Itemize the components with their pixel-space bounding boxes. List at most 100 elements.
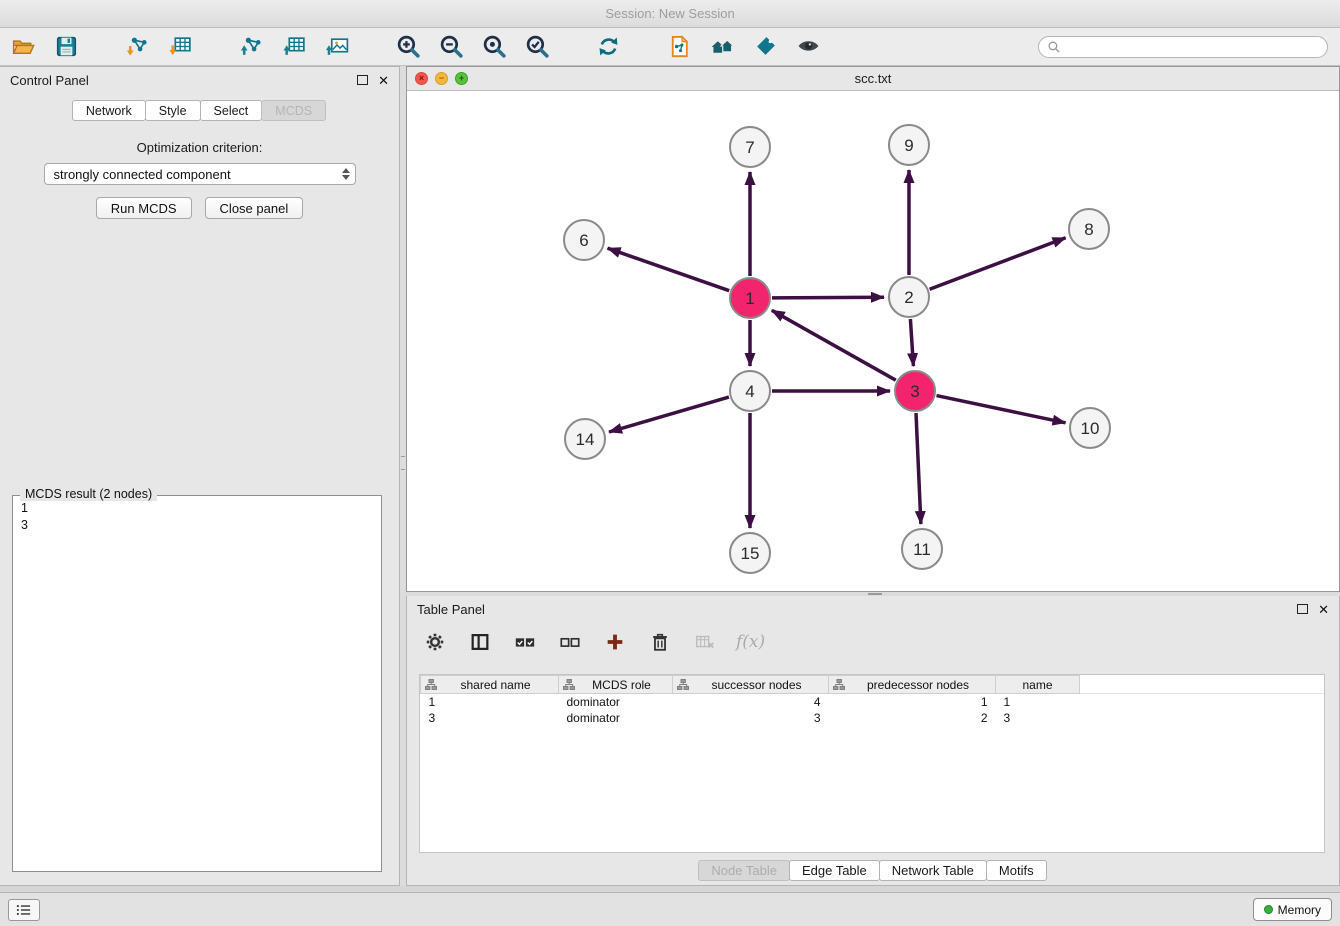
minimize-window-button[interactable]: − <box>435 72 448 85</box>
table-settings-button[interactable] <box>421 628 449 656</box>
run-mcds-button[interactable]: Run MCDS <box>96 197 192 219</box>
toggle-visibility-button[interactable] <box>791 32 825 62</box>
control-panel: Control Panel ✕ Network Style Select MCD… <box>0 66 400 886</box>
column-header-name[interactable]: name <box>996 676 1080 694</box>
tab-motifs[interactable]: Motifs <box>986 860 1047 881</box>
table-row[interactable]: 3 dominator 3 2 3 <box>421 710 1325 726</box>
trash-icon <box>649 631 671 653</box>
graph-node-label: 6 <box>579 231 588 250</box>
tab-network[interactable]: Network <box>72 100 146 121</box>
cell-shared-name[interactable]: 3 <box>421 710 559 726</box>
import-table-icon <box>168 34 193 59</box>
zoom-in-button[interactable] <box>391 32 425 62</box>
close-panel-button[interactable]: Close panel <box>205 197 304 219</box>
columns-icon <box>469 631 491 653</box>
export-image-icon <box>325 34 350 59</box>
open-folder-icon <box>11 34 36 59</box>
function-builder-button[interactable]: f(x) <box>736 628 765 656</box>
cell-successor-nodes[interactable]: 3 <box>673 710 829 726</box>
graph-edge-2-3[interactable] <box>910 319 913 366</box>
memory-button[interactable]: Memory <box>1253 898 1332 921</box>
float-panel-icon[interactable] <box>1297 604 1308 614</box>
tab-network-table[interactable]: Network Table <box>879 860 987 881</box>
zoom-out-icon <box>439 34 464 59</box>
list-icon <box>15 903 33 917</box>
close-window-button[interactable]: × <box>415 72 428 85</box>
show-columns-button[interactable] <box>466 628 494 656</box>
deselect-all-columns-button[interactable] <box>556 628 584 656</box>
open-session-button[interactable] <box>6 32 40 62</box>
column-header-filler <box>1080 676 1325 694</box>
create-column-button[interactable] <box>601 628 629 656</box>
graph-edge-3-10[interactable] <box>937 396 1066 423</box>
zoom-fit-button[interactable] <box>477 32 511 62</box>
zoom-in-icon <box>396 34 421 59</box>
task-history-button[interactable] <box>8 899 40 921</box>
column-header-mcds-role[interactable]: MCDS role <box>559 676 673 694</box>
cell-predecessor-nodes[interactable]: 2 <box>829 710 996 726</box>
tab-node-table[interactable]: Node Table <box>698 860 790 881</box>
save-session-button[interactable] <box>49 32 83 62</box>
search-icon <box>1047 40 1061 54</box>
tab-style[interactable]: Style <box>145 100 201 121</box>
cell-filler <box>1080 710 1325 726</box>
criterion-dropdown[interactable]: strongly connected component <box>44 163 356 185</box>
houses-icon <box>710 34 735 59</box>
table-row[interactable]: 1 dominator 4 1 1 <box>421 694 1325 710</box>
column-header-predecessor-nodes[interactable]: predecessor nodes <box>829 676 996 694</box>
export-network-button[interactable] <box>234 32 268 62</box>
status-bar: Memory <box>0 892 1340 926</box>
cell-name[interactable]: 3 <box>996 710 1080 726</box>
graph-node-label: 8 <box>1084 220 1093 239</box>
select-all-columns-button[interactable] <box>511 628 539 656</box>
column-header-successor-nodes[interactable]: successor nodes <box>673 676 829 694</box>
cell-mcds-role[interactable]: dominator <box>559 710 673 726</box>
unchecked-boxes-icon <box>559 631 581 653</box>
cell-mcds-role[interactable]: dominator <box>559 694 673 710</box>
home-button[interactable] <box>705 32 739 62</box>
table-panel-title: Table Panel <box>417 602 485 617</box>
table-header-row: shared name MCDS role successor nodes <box>421 676 1325 694</box>
graph-edge-3-11[interactable] <box>916 413 921 524</box>
float-panel-icon[interactable] <box>357 75 368 85</box>
graph-edge-2-8[interactable] <box>930 238 1066 289</box>
delete-table-button[interactable] <box>691 628 719 656</box>
tab-select[interactable]: Select <box>200 100 263 121</box>
gear-icon <box>424 631 446 653</box>
cell-predecessor-nodes[interactable]: 1 <box>829 694 996 710</box>
refresh-button[interactable] <box>591 32 625 62</box>
cell-shared-name[interactable]: 1 <box>421 694 559 710</box>
tree-icon <box>563 679 575 691</box>
graph-edge-3-1[interactable] <box>772 310 896 380</box>
network-canvas[interactable]: 7968124314101511 <box>407 91 1339 591</box>
close-panel-icon[interactable]: ✕ <box>378 74 389 87</box>
search-input[interactable] <box>1066 39 1319 54</box>
graph-node-label: 15 <box>741 544 760 563</box>
close-panel-icon[interactable]: ✕ <box>1318 603 1329 616</box>
style-document-icon <box>667 34 692 59</box>
graph-edge-4-14[interactable] <box>609 397 729 432</box>
annotation-button[interactable] <box>748 32 782 62</box>
tab-edge-table[interactable]: Edge Table <box>789 860 880 881</box>
network-window-titlebar: × − + scc.txt <box>407 67 1339 91</box>
delete-table-icon <box>694 631 716 653</box>
window-title: Session: New Session <box>605 6 734 21</box>
export-table-button[interactable] <box>277 32 311 62</box>
network-graph[interactable]: 7968124314101511 <box>407 91 1339 591</box>
export-image-button[interactable] <box>320 32 354 62</box>
cell-name[interactable]: 1 <box>996 694 1080 710</box>
graph-edge-1-6[interactable] <box>608 248 730 291</box>
column-header-shared-name[interactable]: shared name <box>421 676 559 694</box>
tab-mcds[interactable]: MCDS <box>261 100 326 121</box>
zoom-window-button[interactable]: + <box>455 72 468 85</box>
delete-column-button[interactable] <box>646 628 674 656</box>
apply-style-button[interactable] <box>662 32 696 62</box>
import-network-button[interactable] <box>120 32 154 62</box>
cell-successor-nodes[interactable]: 4 <box>673 694 829 710</box>
zoom-selected-button[interactable] <box>520 32 554 62</box>
export-network-icon <box>239 34 264 59</box>
eye-icon <box>796 34 821 59</box>
zoom-out-button[interactable] <box>434 32 468 62</box>
graph-edge-1-2[interactable] <box>772 297 884 298</box>
import-table-button[interactable] <box>163 32 197 62</box>
